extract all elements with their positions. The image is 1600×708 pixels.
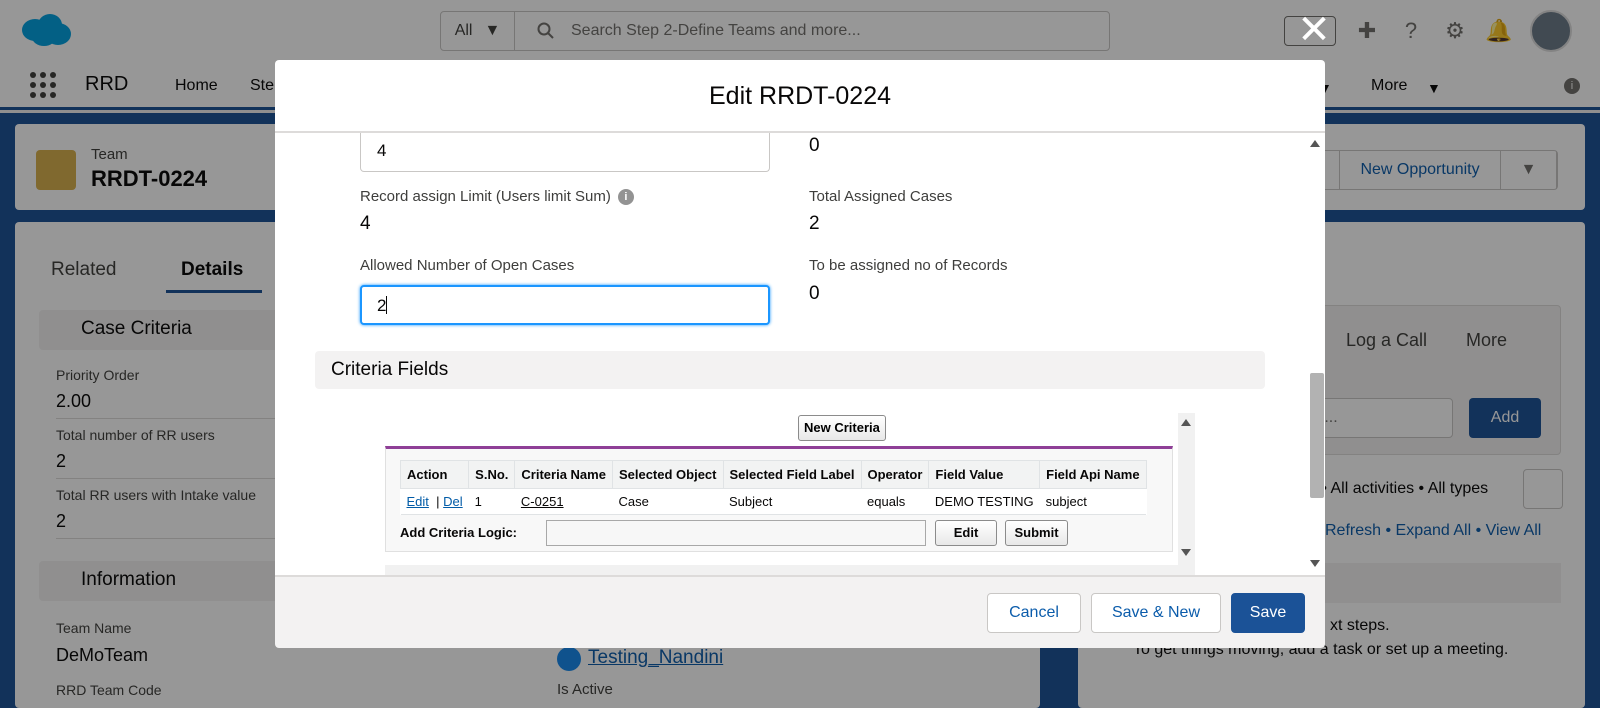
column-header: Selected Field Label	[722, 460, 862, 489]
record-assign-limit-label: Record assign Limit (Users limit Sum) i	[360, 188, 634, 205]
edit-logic-button[interactable]: Edit	[935, 520, 997, 546]
column-header: Operator	[860, 460, 930, 489]
record-assign-limit-value: 4	[360, 213, 371, 234]
modal-footer: Cancel Save & New Save	[275, 575, 1325, 648]
scroll-up-icon[interactable]	[1181, 419, 1191, 426]
save-and-new-button[interactable]: Save & New	[1091, 593, 1221, 633]
column-header: Criteria Name	[514, 460, 613, 489]
api-name-cell: subject	[1039, 488, 1147, 515]
field-label-cell: Subject	[723, 488, 861, 515]
save-button[interactable]: Save	[1231, 593, 1305, 633]
allowed-open-cases-input[interactable]: 2	[360, 285, 770, 325]
field-value-cell: DEMO TESTING	[928, 488, 1040, 515]
column-header: Selected Object	[611, 460, 724, 489]
info-icon[interactable]: i	[617, 189, 634, 205]
cancel-button[interactable]: Cancel	[987, 593, 1081, 633]
criteria-fields-section: Criteria Fields	[315, 351, 1265, 389]
modal-title: Edit RRDT-0224	[708, 82, 892, 110]
section-title: Criteria Fields	[331, 359, 449, 380]
column-header: Field Api Name	[1039, 460, 1147, 489]
modal-body[interactable]: 4 0 Record assign Limit (Users limit Sum…	[275, 133, 1325, 575]
new-criteria-button[interactable]: New Criteria	[798, 415, 886, 441]
column-header: S.No.	[468, 460, 516, 489]
table-row: Edit | Del 1 C-0251 Case Subject equals …	[400, 488, 1147, 515]
criteria-table: Action S.No. Criteria Name Selected Obje…	[399, 460, 1147, 515]
text-caret	[386, 296, 388, 314]
total-assigned-label: Total Assigned Cases	[809, 188, 953, 205]
input-value: 2	[377, 296, 387, 315]
allowed-open-cases-label: Allowed Number of Open Cases	[360, 257, 575, 274]
criteria-name-link[interactable]: C-0251	[521, 494, 564, 509]
total-assigned-value: 2	[809, 213, 820, 234]
submit-logic-button[interactable]: Submit	[1005, 520, 1068, 546]
criteria-logic-label: Add Criteria Logic:	[400, 525, 518, 540]
criteria-name-cell: C-0251	[514, 488, 613, 515]
separator: |	[436, 494, 440, 509]
action-cell: Edit | Del	[400, 488, 469, 515]
label-text: Record assign Limit (Users limit Sum)	[360, 188, 611, 205]
criteria-logic-input[interactable]	[546, 520, 926, 546]
criteria-table-box: Action S.No. Criteria Name Selected Obje…	[385, 446, 1173, 552]
sno-cell: 1	[468, 488, 515, 515]
scroll-down-icon[interactable]	[1310, 560, 1320, 567]
close-icon[interactable]: ✕	[1296, 10, 1332, 50]
modal-scrollbar[interactable]	[1305, 133, 1325, 575]
criteria-frame: New Criteria Action S.No. Criteria Name …	[385, 413, 1195, 575]
to-be-assigned-label: To be assigned no of Records	[809, 257, 1008, 274]
scroll-up-icon[interactable]	[1310, 140, 1320, 147]
edit-link[interactable]: Edit	[407, 494, 429, 509]
scroll-down-icon[interactable]	[1181, 549, 1191, 556]
to-be-assigned-value: 0	[809, 283, 820, 304]
numeric-input[interactable]: 4	[360, 133, 770, 172]
frame-vertical-scrollbar[interactable]	[1178, 413, 1195, 575]
column-header: Action	[399, 460, 470, 489]
operator-cell: equals	[861, 488, 929, 515]
frame-horizontal-scrollbar[interactable]	[385, 565, 1178, 575]
delete-link[interactable]: Del	[443, 494, 463, 509]
object-cell: Case	[612, 488, 723, 515]
scrollbar-thumb[interactable]	[1310, 373, 1324, 498]
column-header: Field Value	[928, 460, 1041, 489]
field-value: 0	[809, 135, 820, 156]
modal-header: Edit RRDT-0224	[275, 60, 1325, 133]
